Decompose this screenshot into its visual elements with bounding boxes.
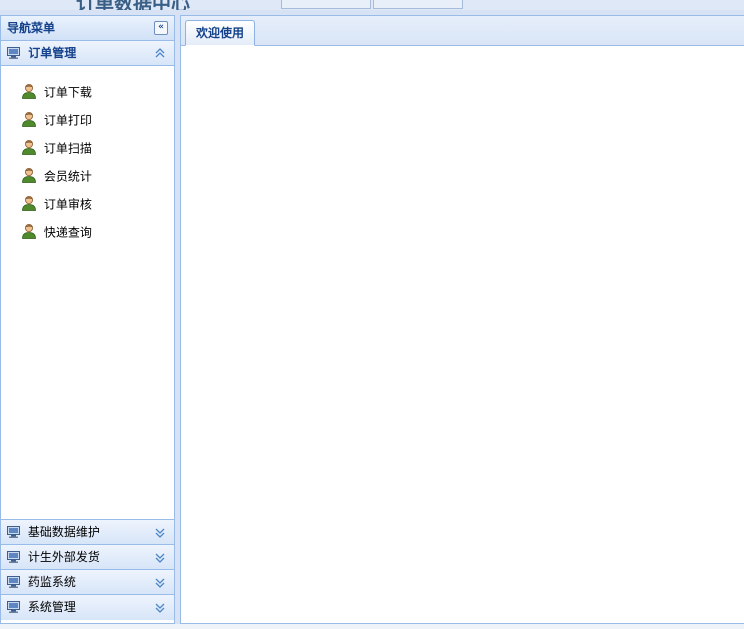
menu-item-order-download[interactable]: 订单下载 [1,82,174,110]
top-header: 订单数据中心 [0,0,744,10]
nav-panel-title: 导航菜单 [7,21,56,35]
menu-item-label: 快递查询 [43,225,92,240]
accordion-body-order-management: 订单下载 订单打印 订单扫描 会员统计 订单审核 快递查询 [1,66,174,520]
chevron-up-icon[interactable] [154,41,166,66]
nav-panel: 导航菜单 « 订单管理 订单下载 订单打印 订单扫描 会员统计 订单审核 快递查… [0,15,175,624]
bottom-strip [0,624,744,629]
menu-item-order-print[interactable]: 订单打印 [1,110,174,138]
menu-item-label: 会员统计 [43,169,92,184]
top-nav-tab-1[interactable] [281,0,371,9]
chevron-down-icon[interactable] [154,520,166,545]
monitor-icon [7,46,20,59]
menu-item-label: 订单打印 [43,113,92,128]
double-chevron-left-icon[interactable]: « [154,21,168,35]
accordion-header-system-management[interactable]: 系统管理 [1,595,174,620]
user-icon [22,139,36,155]
tab-content-area [181,46,744,623]
menu-item-label: 订单审核 [43,197,92,212]
monitor-icon [7,600,20,613]
chevron-down-icon[interactable] [154,570,166,595]
tab-welcome[interactable]: 欢迎使用 [185,20,256,46]
user-icon [22,83,36,99]
menu-item-express-query[interactable]: 快递查询 [1,222,174,250]
main-tab-panel: 欢迎使用 [180,15,744,624]
monitor-icon [7,525,20,538]
app-window: 订单数据中心 导航菜单 « 订单管理 [0,0,744,629]
accordion-title: 药监系统 [27,575,76,589]
accordion-title: 系统管理 [27,600,76,614]
accordion-header-drug-supervision[interactable]: 药监系统 [1,570,174,595]
chevron-down-icon[interactable] [154,595,166,620]
monitor-icon [7,575,20,588]
tab-strip: 欢迎使用 [181,16,744,46]
menu-item-member-stats[interactable]: 会员统计 [1,166,174,194]
menu-item-label: 订单扫描 [43,141,92,156]
user-icon [22,195,36,211]
accordion-header-order-management[interactable]: 订单管理 [1,41,174,66]
menu-item-label: 订单下载 [43,85,92,100]
menu-item-order-review[interactable]: 订单审核 [1,194,174,222]
user-icon [22,111,36,127]
accordion-title: 基础数据维护 [27,525,100,539]
user-icon [22,223,36,239]
user-icon [22,167,36,183]
menu-item-order-scan[interactable]: 订单扫描 [1,138,174,166]
app-logo-text: 订单数据中心 [76,0,190,10]
top-nav-tab-2[interactable] [373,0,463,9]
accordion-title: 计生外部发货 [27,550,100,564]
monitor-icon [7,550,20,563]
accordion-header-basic-data[interactable]: 基础数据维护 [1,520,174,545]
accordion-title: 订单管理 [28,46,77,60]
chevron-down-icon[interactable] [154,545,166,570]
nav-panel-header: 导航菜单 « [1,16,174,41]
accordion-header-family-planning-shipping[interactable]: 计生外部发货 [1,545,174,570]
